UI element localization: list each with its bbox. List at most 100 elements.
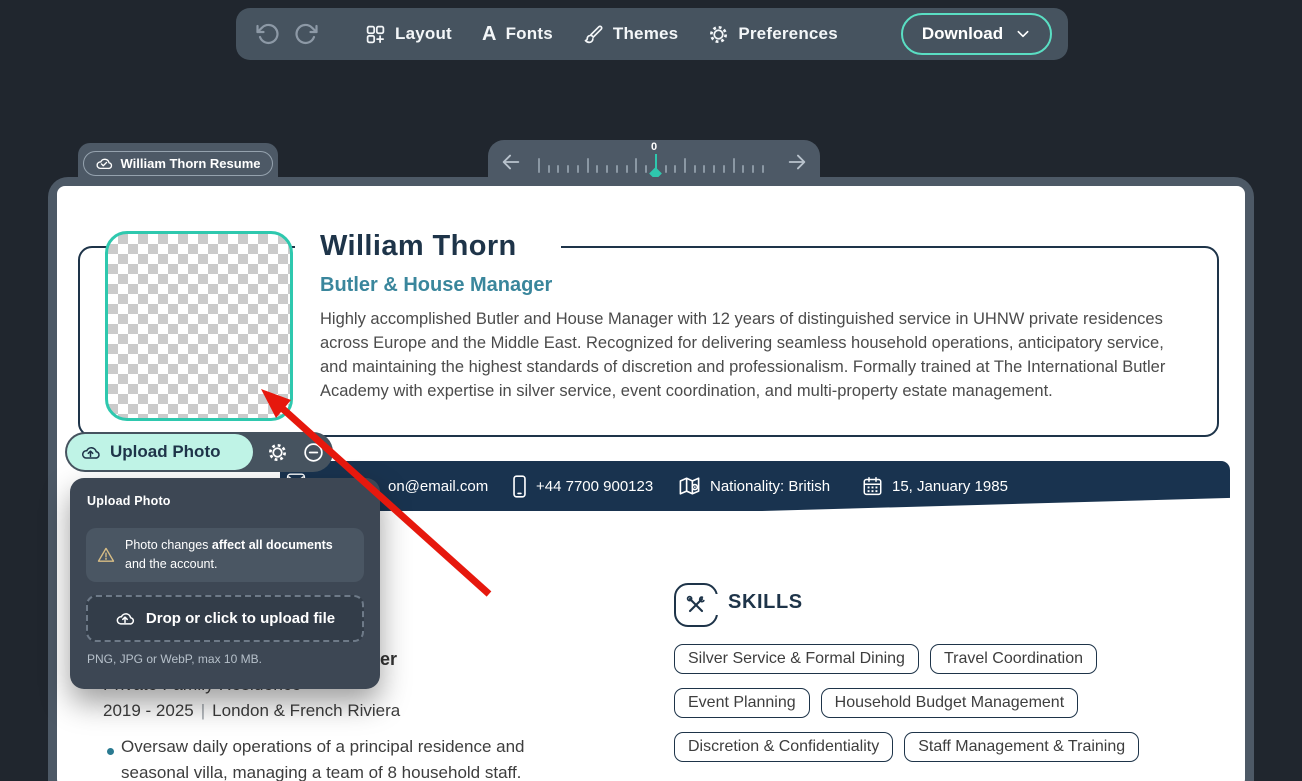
ruler-tick: [616, 165, 618, 173]
contact-birthdate: 15, January 1985: [862, 461, 1008, 511]
fonts-button[interactable]: A Fonts: [482, 24, 553, 44]
ruler-ticks[interactable]: [538, 154, 764, 173]
skill-pill[interactable]: Household Budget Management: [821, 688, 1079, 718]
ruler-tick: [665, 165, 667, 173]
skill-pill[interactable]: Discretion & Confidentiality: [674, 732, 893, 762]
ruler-tick: [635, 158, 637, 173]
document-tab-pill[interactable]: William Thorn Resume: [83, 151, 272, 176]
chevron-down-icon: [1015, 26, 1031, 42]
upload-photo-popup: Upload Photo Photo changes affect all do…: [70, 478, 380, 689]
themes-label: Themes: [613, 24, 678, 44]
dropzone-label: Drop or click to upload file: [146, 610, 335, 627]
contact-birthdate-text: 15, January 1985: [892, 478, 1008, 495]
contact-phone-text: +44 7700 900123: [536, 478, 653, 495]
warning-triangle-icon: [97, 546, 115, 564]
ruler-tick: [538, 158, 540, 173]
experience-dates-line[interactable]: 2019 - 2025 | London & French Riviera: [103, 701, 400, 721]
calendar-icon: [862, 476, 883, 497]
popup-file-hint: PNG, JPG or WebP, max 10 MB.: [87, 652, 262, 666]
experience-location: London & French Riviera: [212, 701, 400, 720]
layout-icon: [365, 24, 386, 45]
upload-photo-label: Upload Photo: [110, 442, 220, 462]
cloud-upload-icon: [115, 610, 135, 627]
contact-email-text: on@email.com: [388, 478, 488, 495]
phone-icon: [512, 475, 527, 498]
skills-row: Event Planning Household Budget Manageme…: [674, 688, 1139, 718]
contact-nationality-text: Nationality: British: [710, 478, 830, 495]
download-button[interactable]: Download: [901, 13, 1052, 55]
ruler-tick: [713, 165, 715, 173]
ruler-tick: [577, 165, 579, 173]
layout-button[interactable]: Layout: [365, 24, 452, 45]
popup-warning: Photo changes affect all documents and t…: [86, 528, 364, 582]
ruler-tick: [596, 165, 598, 173]
download-label: Download: [922, 24, 1003, 44]
popup-warning-text: Photo changes affect all documents and t…: [125, 536, 353, 574]
experience-separator: |: [201, 701, 205, 720]
fonts-icon: A: [482, 24, 497, 44]
layout-label: Layout: [395, 24, 452, 44]
themes-button[interactable]: Themes: [583, 24, 678, 45]
preferences-button[interactable]: Preferences: [708, 24, 838, 45]
resume-job-title[interactable]: Butler & House Manager: [320, 274, 552, 297]
ruler-tick: [703, 165, 705, 173]
skills-section-icon-box: [674, 583, 718, 627]
history-controls: [256, 22, 318, 46]
ruler-tick: [674, 165, 676, 173]
resume-name[interactable]: William Thorn: [320, 230, 517, 263]
ruler-tick: [606, 165, 608, 173]
ruler-tick: [645, 165, 647, 173]
skill-pill[interactable]: Event Planning: [674, 688, 810, 718]
paintbrush-icon: [583, 24, 604, 45]
contact-nationality: Nationality: British: [678, 461, 830, 511]
ruler-tick: [762, 165, 764, 173]
ruler-tick: [557, 165, 559, 173]
profile-photo-placeholder[interactable]: [105, 231, 293, 421]
skills-list: Silver Service & Formal Dining Travel Co…: [674, 644, 1139, 762]
slider-marker[interactable]: [655, 154, 657, 173]
skill-pill[interactable]: Staff Management & Training: [904, 732, 1139, 762]
skills-row: Silver Service & Formal Dining Travel Co…: [674, 644, 1139, 674]
ruler-tick: [694, 165, 696, 173]
arrow-right-icon[interactable]: [786, 151, 808, 173]
contact-phone: +44 7700 900123: [512, 461, 653, 511]
contact-email: on@email.com: [388, 461, 488, 511]
ruler-tick: [567, 165, 569, 173]
arrow-left-icon[interactable]: [500, 151, 522, 173]
dropzone-button[interactable]: Drop or click to upload file: [86, 595, 364, 642]
resume-builder-app: Layout A Fonts Themes Preferences Downlo…: [0, 0, 1302, 781]
document-tab-label: William Thorn Resume: [120, 156, 260, 171]
cloud-synced-icon: [95, 156, 113, 171]
ruler-tick: [548, 165, 550, 173]
ruler-tick: [723, 165, 725, 173]
skill-pill[interactable]: Travel Coordination: [930, 644, 1097, 674]
crossed-tools-icon: [684, 593, 708, 617]
photo-toolbar: Upload Photo: [65, 432, 333, 472]
ruler-tick: [733, 158, 735, 173]
skills-heading[interactable]: SKILLS: [728, 591, 803, 614]
skills-row: Discretion & Confidentiality Staff Manag…: [674, 732, 1139, 762]
editor-toolbar: Layout A Fonts Themes Preferences Downlo…: [236, 8, 1068, 60]
cloud-upload-icon: [80, 444, 101, 461]
experience-dates: 2019 - 2025: [103, 701, 194, 720]
undo-icon[interactable]: [256, 22, 280, 46]
remove-photo-icon[interactable]: [302, 441, 325, 464]
redo-icon[interactable]: [294, 22, 318, 46]
map-pin-icon: [678, 475, 701, 498]
experience-bullet[interactable]: Oversaw daily operations of a principal …: [121, 734, 585, 781]
upload-photo-button[interactable]: Upload Photo: [67, 434, 253, 470]
gear-icon: [708, 24, 729, 45]
ruler-tick: [684, 158, 686, 173]
resume-summary[interactable]: Highly accomplished Butler and House Man…: [320, 307, 1168, 403]
ruler-tick: [587, 158, 589, 173]
experience-title-fragment[interactable]: er: [380, 649, 397, 670]
popup-title: Upload Photo: [87, 494, 171, 508]
fonts-label: Fonts: [506, 24, 553, 44]
skills-icon-notch: [713, 594, 721, 615]
ruler-tick: [752, 165, 754, 173]
preferences-label: Preferences: [738, 24, 838, 44]
skill-pill[interactable]: Silver Service & Formal Dining: [674, 644, 919, 674]
slider-value: 0: [642, 141, 666, 153]
photo-settings-gear-icon[interactable]: [267, 442, 288, 463]
bullet-point-dot: [107, 748, 114, 755]
